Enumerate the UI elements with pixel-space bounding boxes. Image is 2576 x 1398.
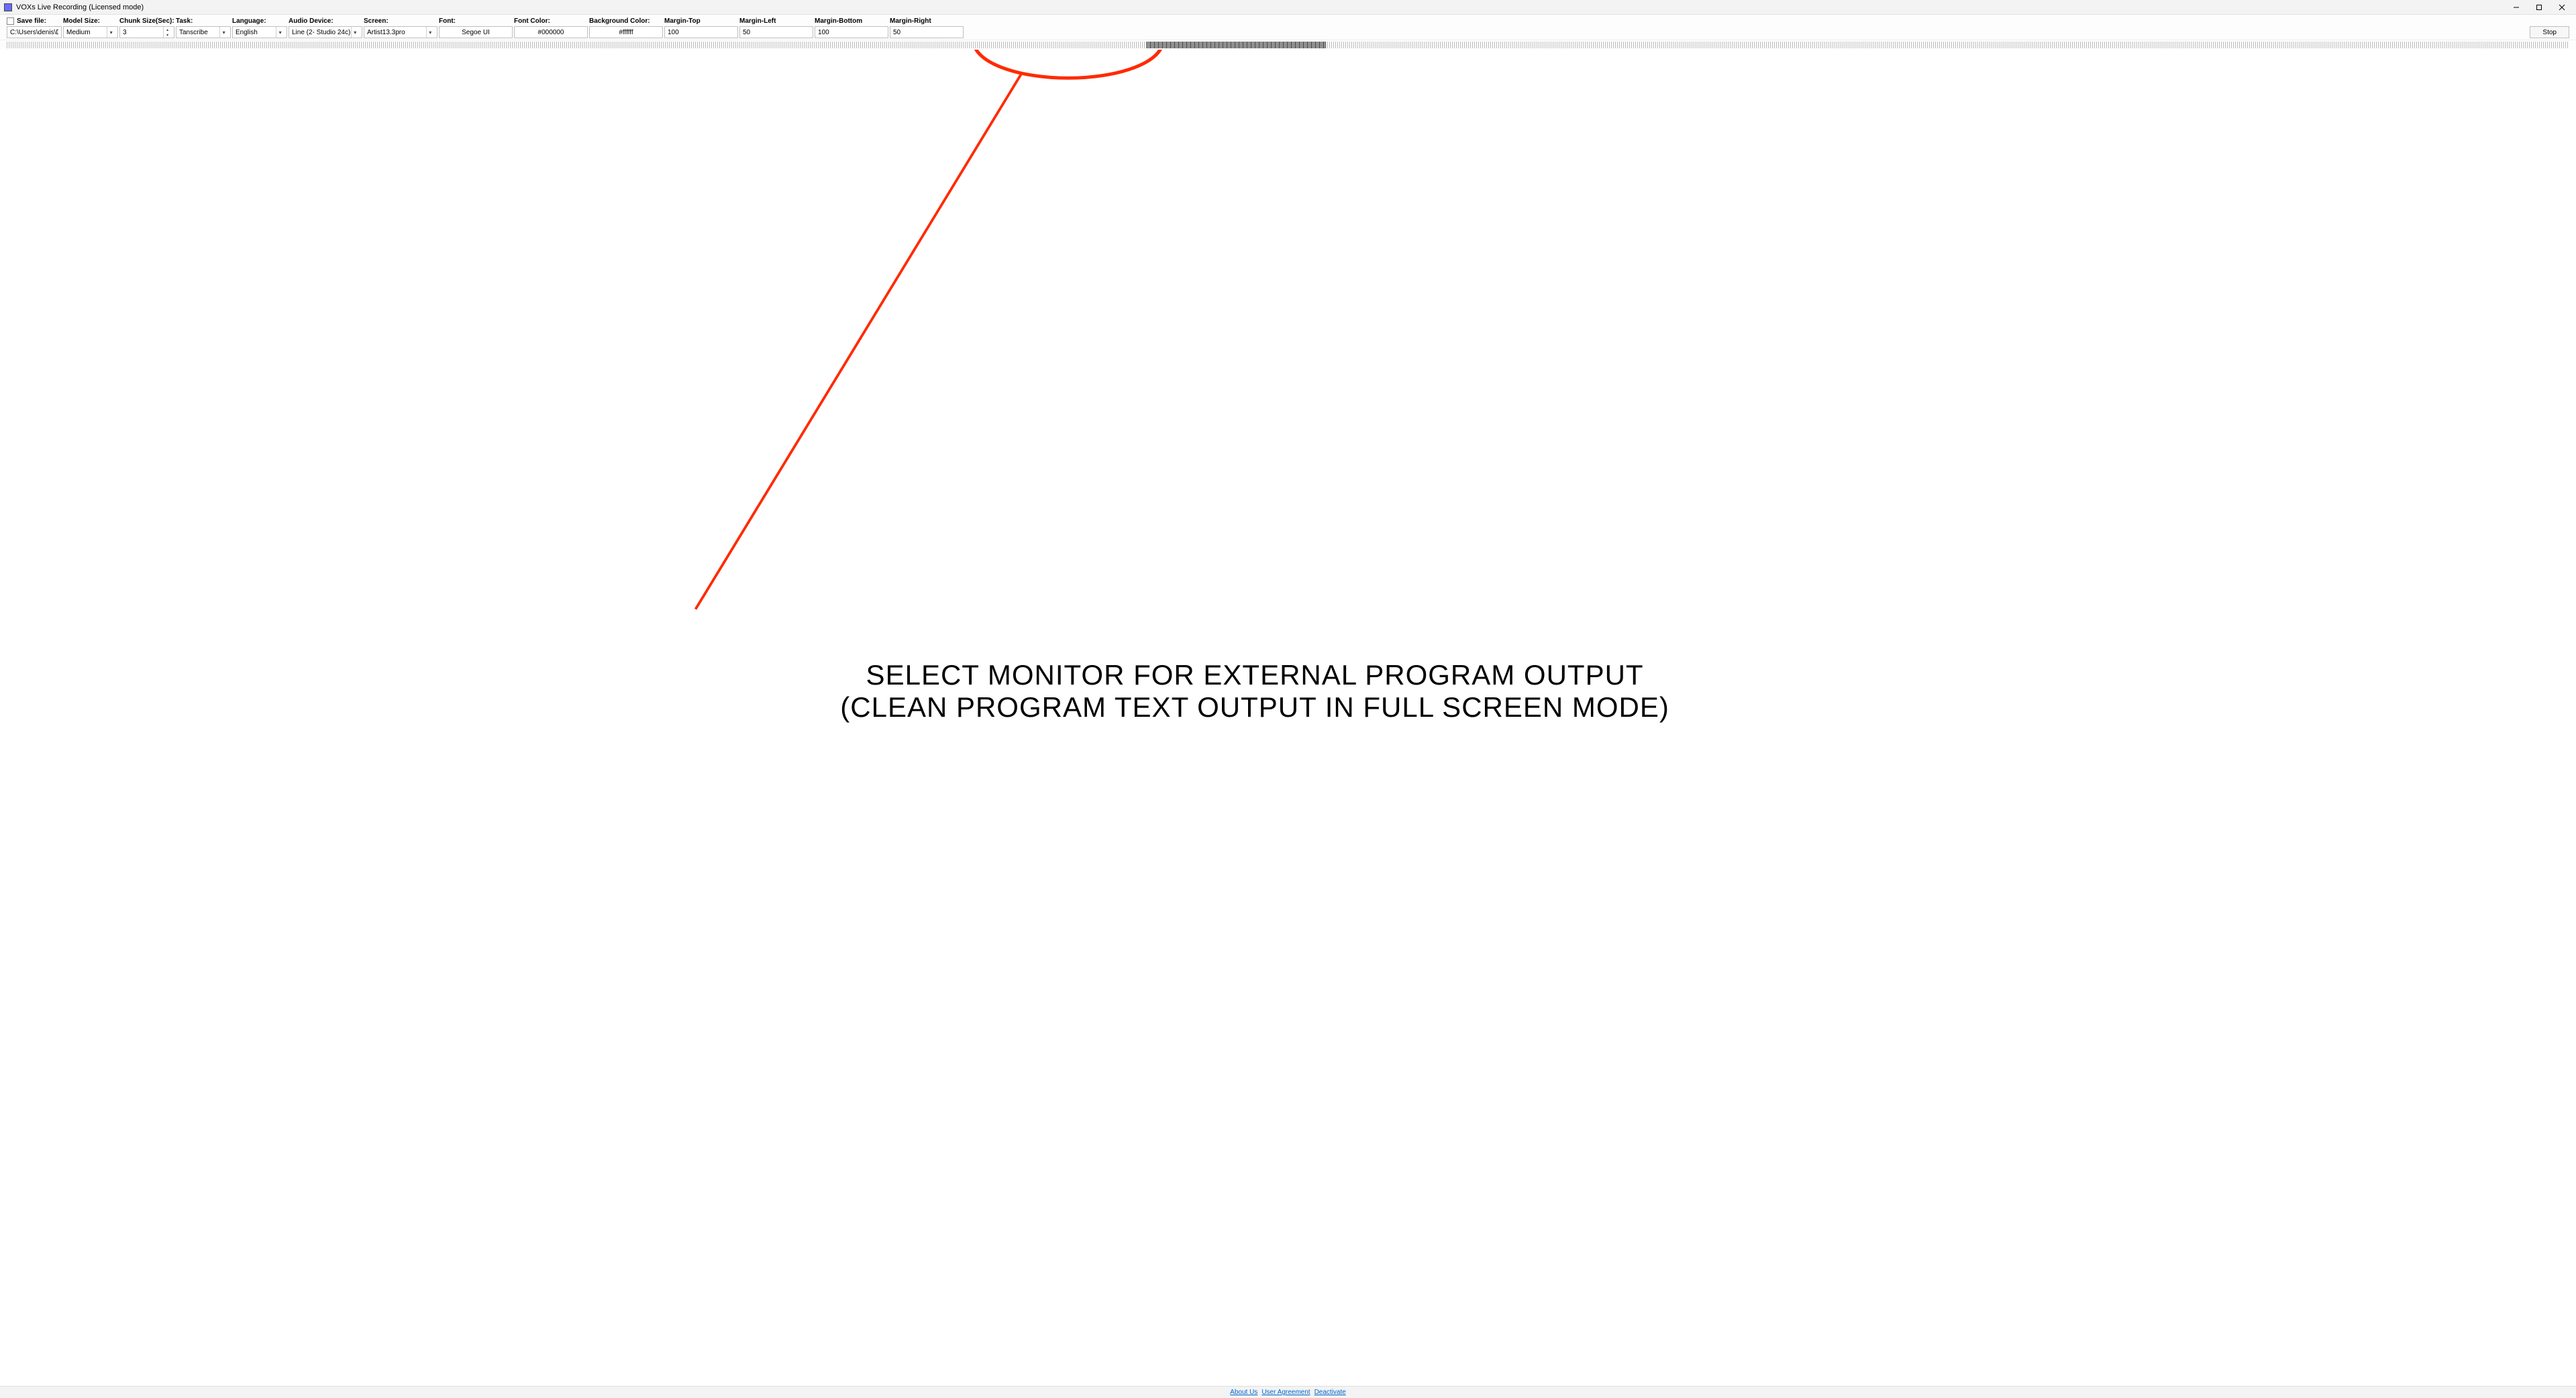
stop-button[interactable]: Stop xyxy=(2530,26,2569,38)
chevron-down-icon: ▾ xyxy=(276,27,284,38)
annotation-text: SELECT MONITOR FOR EXTERNAL PROGRAM OUTP… xyxy=(840,659,1669,723)
window-title: VOXs Live Recording (Licensed mode) xyxy=(16,3,144,11)
close-icon xyxy=(2559,4,2565,11)
font-input[interactable] xyxy=(439,26,513,38)
field-font-color: Font Color: xyxy=(514,17,588,38)
field-task: Task: ▾ xyxy=(176,17,231,38)
main-canvas: SELECT MONITOR FOR EXTERNAL PROGRAM OUTP… xyxy=(0,50,2576,1386)
chunk-size-label: Chunk Size(Sec): xyxy=(119,17,174,25)
bg-color-label: Background Color: xyxy=(589,17,663,25)
task-label: Task: xyxy=(176,17,231,25)
screen-select[interactable]: ▾ xyxy=(364,26,437,38)
app-window: VOXs Live Recording (Licensed mode) Save… xyxy=(0,0,2576,1398)
margin-bottom-input[interactable] xyxy=(815,26,888,38)
toolbar: Save file: Model Size: ▾ Chunk Size(Sec)… xyxy=(0,15,2576,40)
field-font: Font: xyxy=(439,17,513,38)
save-file-checkbox[interactable] xyxy=(7,17,14,25)
app-icon xyxy=(4,3,12,11)
field-save-file: Save file: xyxy=(7,17,62,38)
font-label: Font: xyxy=(439,17,513,25)
margin-right-input[interactable] xyxy=(890,26,964,38)
audio-device-select[interactable]: ▾ xyxy=(289,26,362,38)
chevron-down-icon: ▾ xyxy=(351,27,359,38)
save-file-label: Save file: xyxy=(17,17,46,25)
progress-marker xyxy=(1147,42,1326,48)
margin-right-label: Margin-Right xyxy=(890,17,964,25)
margin-left-input[interactable] xyxy=(739,26,813,38)
margin-bottom-label: Margin-Bottom xyxy=(815,17,888,25)
model-size-label: Model Size: xyxy=(63,17,118,25)
field-bg-color: Background Color: xyxy=(589,17,663,38)
spinner-icon: ▴▾ xyxy=(163,27,171,38)
footer-deactivate-link[interactable]: Deactivate xyxy=(1315,1389,1346,1396)
screen-label: Screen: xyxy=(364,17,437,25)
task-select[interactable]: ▾ xyxy=(176,26,231,38)
progress-row xyxy=(0,40,2576,50)
minimize-icon xyxy=(2513,4,2520,11)
field-margin-top: Margin-Top xyxy=(664,17,738,38)
field-margin-right: Margin-Right xyxy=(890,17,964,38)
field-margin-bottom: Margin-Bottom xyxy=(815,17,888,38)
font-color-label: Font Color: xyxy=(514,17,588,25)
field-margin-left: Margin-Left xyxy=(739,17,813,38)
field-model-size: Model Size: ▾ xyxy=(63,17,118,38)
chevron-down-icon: ▾ xyxy=(107,27,115,38)
margin-top-label: Margin-Top xyxy=(664,17,738,25)
bg-color-input[interactable] xyxy=(589,26,663,38)
maximize-icon xyxy=(2536,4,2542,11)
footer-agreement-link[interactable]: User Agreement xyxy=(1261,1389,1310,1396)
field-screen: Screen: ▾ xyxy=(364,17,437,38)
model-size-select[interactable]: ▾ xyxy=(63,26,118,38)
close-button[interactable] xyxy=(2551,1,2573,14)
footer-about-link[interactable]: About Us xyxy=(1230,1389,1257,1396)
field-language: Language: ▾ xyxy=(232,17,287,38)
progress-bar[interactable] xyxy=(7,42,2569,48)
annotation-line1: SELECT MONITOR FOR EXTERNAL PROGRAM OUTP… xyxy=(840,659,1669,691)
margin-left-label: Margin-Left xyxy=(739,17,813,25)
chevron-down-icon: ▾ xyxy=(219,27,227,38)
field-chunk-size: Chunk Size(Sec): ▴▾ xyxy=(119,17,174,38)
language-label: Language: xyxy=(232,17,287,25)
language-select[interactable]: ▾ xyxy=(232,26,287,38)
audio-device-label: Audio Device: xyxy=(289,17,362,25)
annotation-line2: (CLEAN PROGRAM TEXT OUTPUT IN FULL SCREE… xyxy=(840,691,1669,723)
footer: About Us User Agreement Deactivate xyxy=(0,1386,2576,1398)
margin-top-input[interactable] xyxy=(664,26,738,38)
field-audio-device: Audio Device: ▾ xyxy=(289,17,362,38)
chunk-size-spinner[interactable]: ▴▾ xyxy=(119,26,174,38)
save-file-input[interactable] xyxy=(7,26,62,38)
font-color-input[interactable] xyxy=(514,26,588,38)
titlebar: VOXs Live Recording (Licensed mode) xyxy=(0,0,2576,15)
minimize-button[interactable] xyxy=(2505,1,2528,14)
maximize-button[interactable] xyxy=(2528,1,2551,14)
chevron-down-icon: ▾ xyxy=(426,27,434,38)
